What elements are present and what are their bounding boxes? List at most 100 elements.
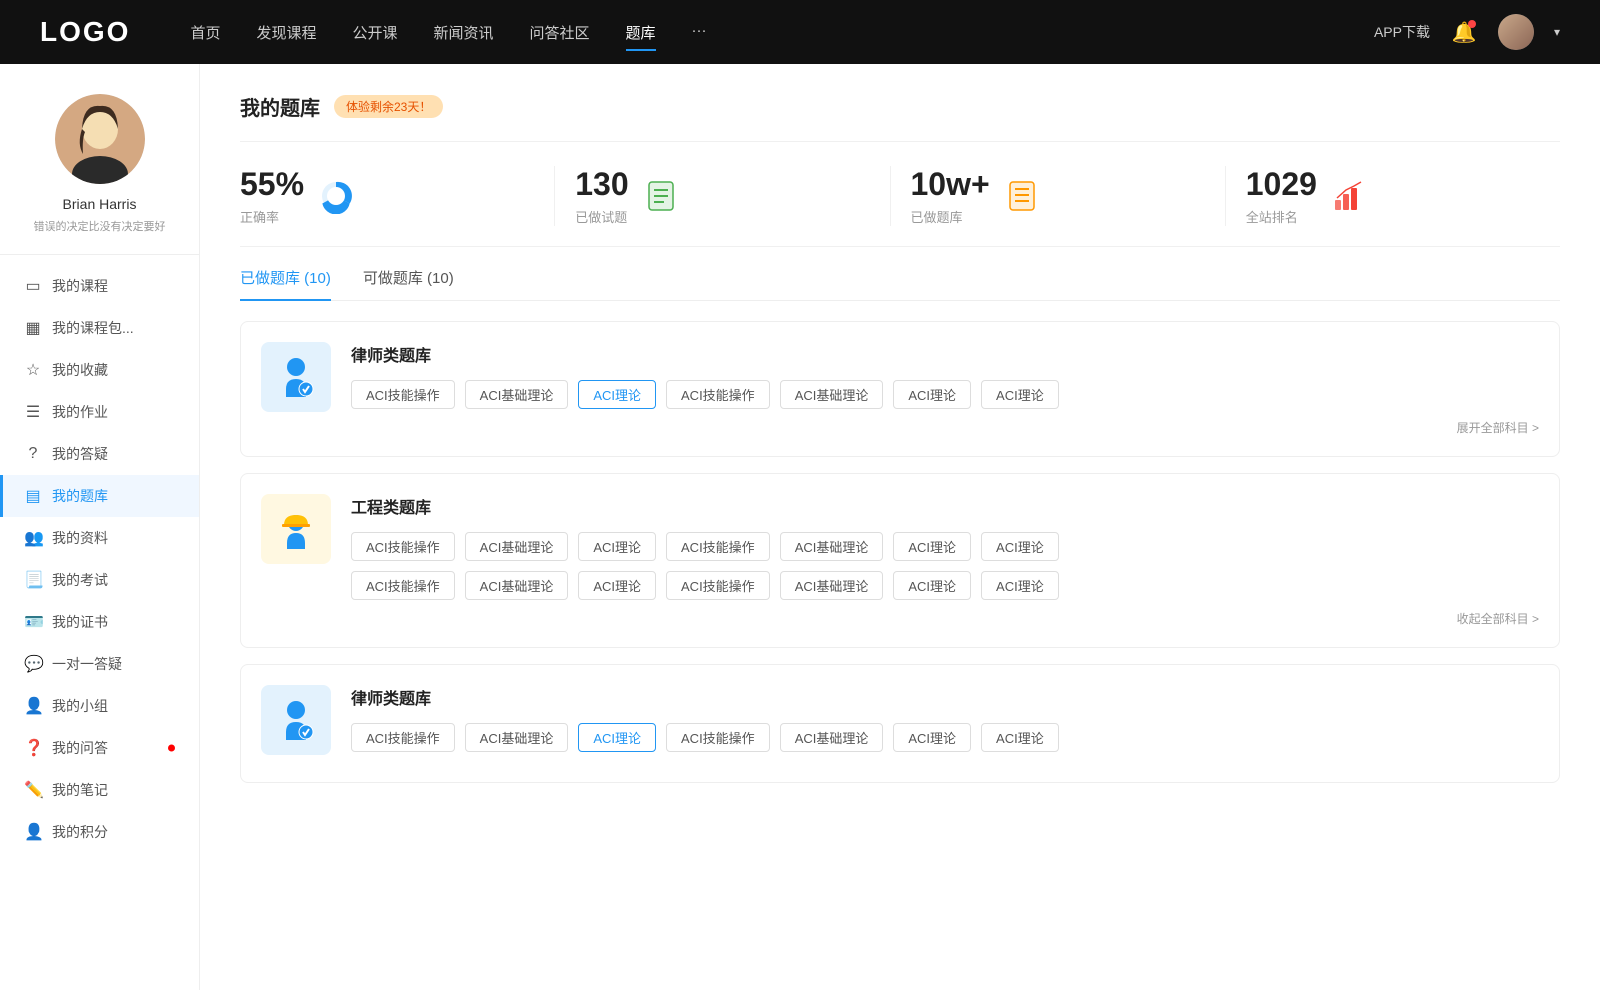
top-navigation: LOGO 首页 发现课程 公开课 新闻资讯 问答社区 题库 ··· APP下载 … bbox=[0, 0, 1600, 64]
sidebar-label: 我的积分 bbox=[52, 822, 108, 842]
bank-tag-selected[interactable]: ACI理论 bbox=[578, 380, 656, 409]
lawyer-bank-title: 律师类题库 bbox=[351, 342, 1539, 366]
unread-dot bbox=[168, 745, 175, 752]
nav-open-course[interactable]: 公开课 bbox=[352, 18, 397, 47]
bank-tag[interactable]: ACI理论 bbox=[893, 723, 971, 752]
app-download-button[interactable]: APP下载 bbox=[1374, 22, 1430, 42]
sidebar-item-question-bank[interactable]: ▤ 我的题库 bbox=[0, 475, 199, 517]
nav-qa[interactable]: 问答社区 bbox=[530, 18, 590, 47]
bank-card-lawyer-1: 律师类题库 ACI技能操作 ACI基础理论 ACI理论 ACI技能操作 ACI基… bbox=[240, 321, 1560, 457]
sidebar-item-groups[interactable]: 👤 我的小组 bbox=[0, 685, 199, 727]
stat-done-questions: 130 已做试题 bbox=[555, 166, 890, 226]
one-on-one-icon: 💬 bbox=[24, 654, 42, 674]
sidebar-item-favorites[interactable]: ☆ 我的收藏 bbox=[0, 349, 199, 391]
accuracy-icon bbox=[318, 178, 354, 214]
nav-discover[interactable]: 发现课程 bbox=[256, 18, 316, 47]
stat-accuracy-value: 55% bbox=[240, 166, 304, 203]
nav-links: 首页 发现课程 公开课 新闻资讯 问答社区 题库 ··· bbox=[190, 18, 1374, 47]
stat-ranking: 1029 全站排名 bbox=[1226, 166, 1560, 226]
avatar bbox=[55, 94, 145, 184]
bank-tag[interactable]: ACI技能操作 bbox=[351, 532, 455, 561]
sidebar-item-notes[interactable]: ✏️ 我的笔记 bbox=[0, 769, 199, 811]
bank-tag[interactable]: ACI理论 bbox=[578, 532, 656, 561]
bank-tag[interactable]: ACI技能操作 bbox=[351, 571, 455, 600]
page-header: 我的题库 体验剩余23天！ bbox=[240, 64, 1560, 142]
courses-icon: ▭ bbox=[24, 276, 42, 296]
stat-done-banks-label: 已做题库 bbox=[911, 207, 990, 226]
sidebar-item-qa[interactable]: ? 我的答疑 bbox=[0, 433, 199, 475]
bank-tag[interactable]: ACI理论 bbox=[893, 571, 971, 600]
bank-tag[interactable]: ACI技能操作 bbox=[351, 380, 455, 409]
ranking-icon bbox=[1331, 178, 1367, 214]
lawyer-bank-icon bbox=[261, 342, 331, 412]
bank-tag[interactable]: ACI技能操作 bbox=[351, 723, 455, 752]
bank-footer: 展开全部科目 > bbox=[351, 419, 1539, 436]
stat-ranking-value: 1029 bbox=[1246, 166, 1317, 203]
expand-button[interactable]: 展开全部科目 > bbox=[1457, 419, 1539, 436]
nav-news[interactable]: 新闻资讯 bbox=[434, 18, 494, 47]
sidebar: Brian Harris 错误的决定比没有决定要好 ▭ 我的课程 ▦ 我的课程包… bbox=[0, 64, 200, 990]
lawyer-bank-title-2: 律师类题库 bbox=[351, 685, 1539, 709]
logo: LOGO bbox=[40, 16, 130, 48]
lawyer-bank-content: 律师类题库 ACI技能操作 ACI基础理论 ACI理论 ACI技能操作 ACI基… bbox=[351, 342, 1539, 436]
star-icon: ☆ bbox=[24, 360, 42, 380]
notification-bell[interactable]: 🔔 bbox=[1450, 18, 1478, 46]
sidebar-item-materials[interactable]: 👥 我的资料 bbox=[0, 517, 199, 559]
bank-tag[interactable]: ACI基础理论 bbox=[465, 723, 569, 752]
sidebar-label: 我的答疑 bbox=[52, 444, 108, 464]
sidebar-item-certificate[interactable]: 🪪 我的证书 bbox=[0, 601, 199, 643]
stat-ranking-label: 全站排名 bbox=[1246, 207, 1317, 226]
bank-tag[interactable]: ACI技能操作 bbox=[666, 380, 770, 409]
sidebar-item-my-courses[interactable]: ▭ 我的课程 bbox=[0, 265, 199, 307]
bank-tag[interactable]: ACI理论 bbox=[893, 380, 971, 409]
bank-tag[interactable]: ACI理论 bbox=[981, 532, 1059, 561]
bank-tag[interactable]: ACI基础理论 bbox=[780, 571, 884, 600]
sidebar-label: 我的小组 bbox=[52, 696, 108, 716]
stat-done-banks: 10w+ 已做题库 bbox=[891, 166, 1226, 226]
bank-tag[interactable]: ACI理论 bbox=[893, 532, 971, 561]
sidebar-item-one-on-one[interactable]: 💬 一对一答疑 bbox=[0, 643, 199, 685]
bank-tag-selected[interactable]: ACI理论 bbox=[578, 723, 656, 752]
bank-tag[interactable]: ACI技能操作 bbox=[666, 723, 770, 752]
materials-icon: 👥 bbox=[24, 528, 42, 548]
nav-more[interactable]: ··· bbox=[692, 18, 707, 47]
bank-tag[interactable]: ACI基础理论 bbox=[465, 532, 569, 561]
nav-question-bank[interactable]: 题库 bbox=[626, 18, 656, 47]
sidebar-item-points[interactable]: 👤 我的积分 bbox=[0, 811, 199, 853]
main-content: 我的题库 体验剩余23天！ 55% 正确率 bbox=[200, 64, 1600, 990]
bank-tag[interactable]: ACI基础理论 bbox=[780, 723, 884, 752]
certificate-icon: 🪪 bbox=[24, 612, 42, 632]
stat-accuracy: 55% 正确率 bbox=[240, 166, 555, 226]
bank-tag[interactable]: ACI理论 bbox=[578, 571, 656, 600]
bank-tag[interactable]: ACI基础理论 bbox=[465, 571, 569, 600]
bank-tag[interactable]: ACI基础理论 bbox=[465, 380, 569, 409]
notification-dot bbox=[1468, 20, 1476, 28]
sidebar-item-course-packages[interactable]: ▦ 我的课程包... bbox=[0, 307, 199, 349]
bank-tag[interactable]: ACI理论 bbox=[981, 723, 1059, 752]
bank-tag[interactable]: ACI基础理论 bbox=[780, 532, 884, 561]
sidebar-label: 我的题库 bbox=[52, 486, 108, 506]
bank-tag[interactable]: ACI技能操作 bbox=[666, 532, 770, 561]
bank-tag[interactable]: ACI基础理论 bbox=[780, 380, 884, 409]
bank-card-lawyer-2: 律师类题库 ACI技能操作 ACI基础理论 ACI理论 ACI技能操作 ACI基… bbox=[240, 664, 1560, 783]
tab-available-banks[interactable]: 可做题库 (10) bbox=[363, 267, 454, 300]
user-avatar[interactable] bbox=[1498, 14, 1534, 50]
bank-tag[interactable]: ACI理论 bbox=[981, 571, 1059, 600]
sidebar-item-my-qa[interactable]: ❓ 我的问答 bbox=[0, 727, 199, 769]
my-qa-icon: ❓ bbox=[24, 738, 42, 758]
tab-done-banks[interactable]: 已做题库 (10) bbox=[240, 267, 331, 300]
bank-icon: ▤ bbox=[24, 486, 42, 506]
engineer-bank-title: 工程类题库 bbox=[351, 494, 1539, 518]
collapse-button[interactable]: 收起全部科目 > bbox=[1457, 610, 1539, 627]
stat-accuracy-label: 正确率 bbox=[240, 207, 304, 226]
stats-row: 55% 正确率 130 bbox=[240, 142, 1560, 247]
sidebar-item-homework[interactable]: ☰ 我的作业 bbox=[0, 391, 199, 433]
sidebar-item-exam[interactable]: 📃 我的考试 bbox=[0, 559, 199, 601]
sidebar-menu: ▭ 我的课程 ▦ 我的课程包... ☆ 我的收藏 ☰ 我的作业 ? 我的答疑 ▤… bbox=[0, 255, 199, 863]
bank-tag[interactable]: ACI技能操作 bbox=[666, 571, 770, 600]
stat-done-questions-value: 130 bbox=[575, 166, 628, 203]
engineer-bank-content: 工程类题库 ACI技能操作 ACI基础理论 ACI理论 ACI技能操作 ACI基… bbox=[351, 494, 1539, 627]
nav-home[interactable]: 首页 bbox=[190, 18, 220, 47]
bank-tag[interactable]: ACI理论 bbox=[981, 380, 1059, 409]
user-menu-chevron[interactable]: ▾ bbox=[1554, 25, 1560, 39]
